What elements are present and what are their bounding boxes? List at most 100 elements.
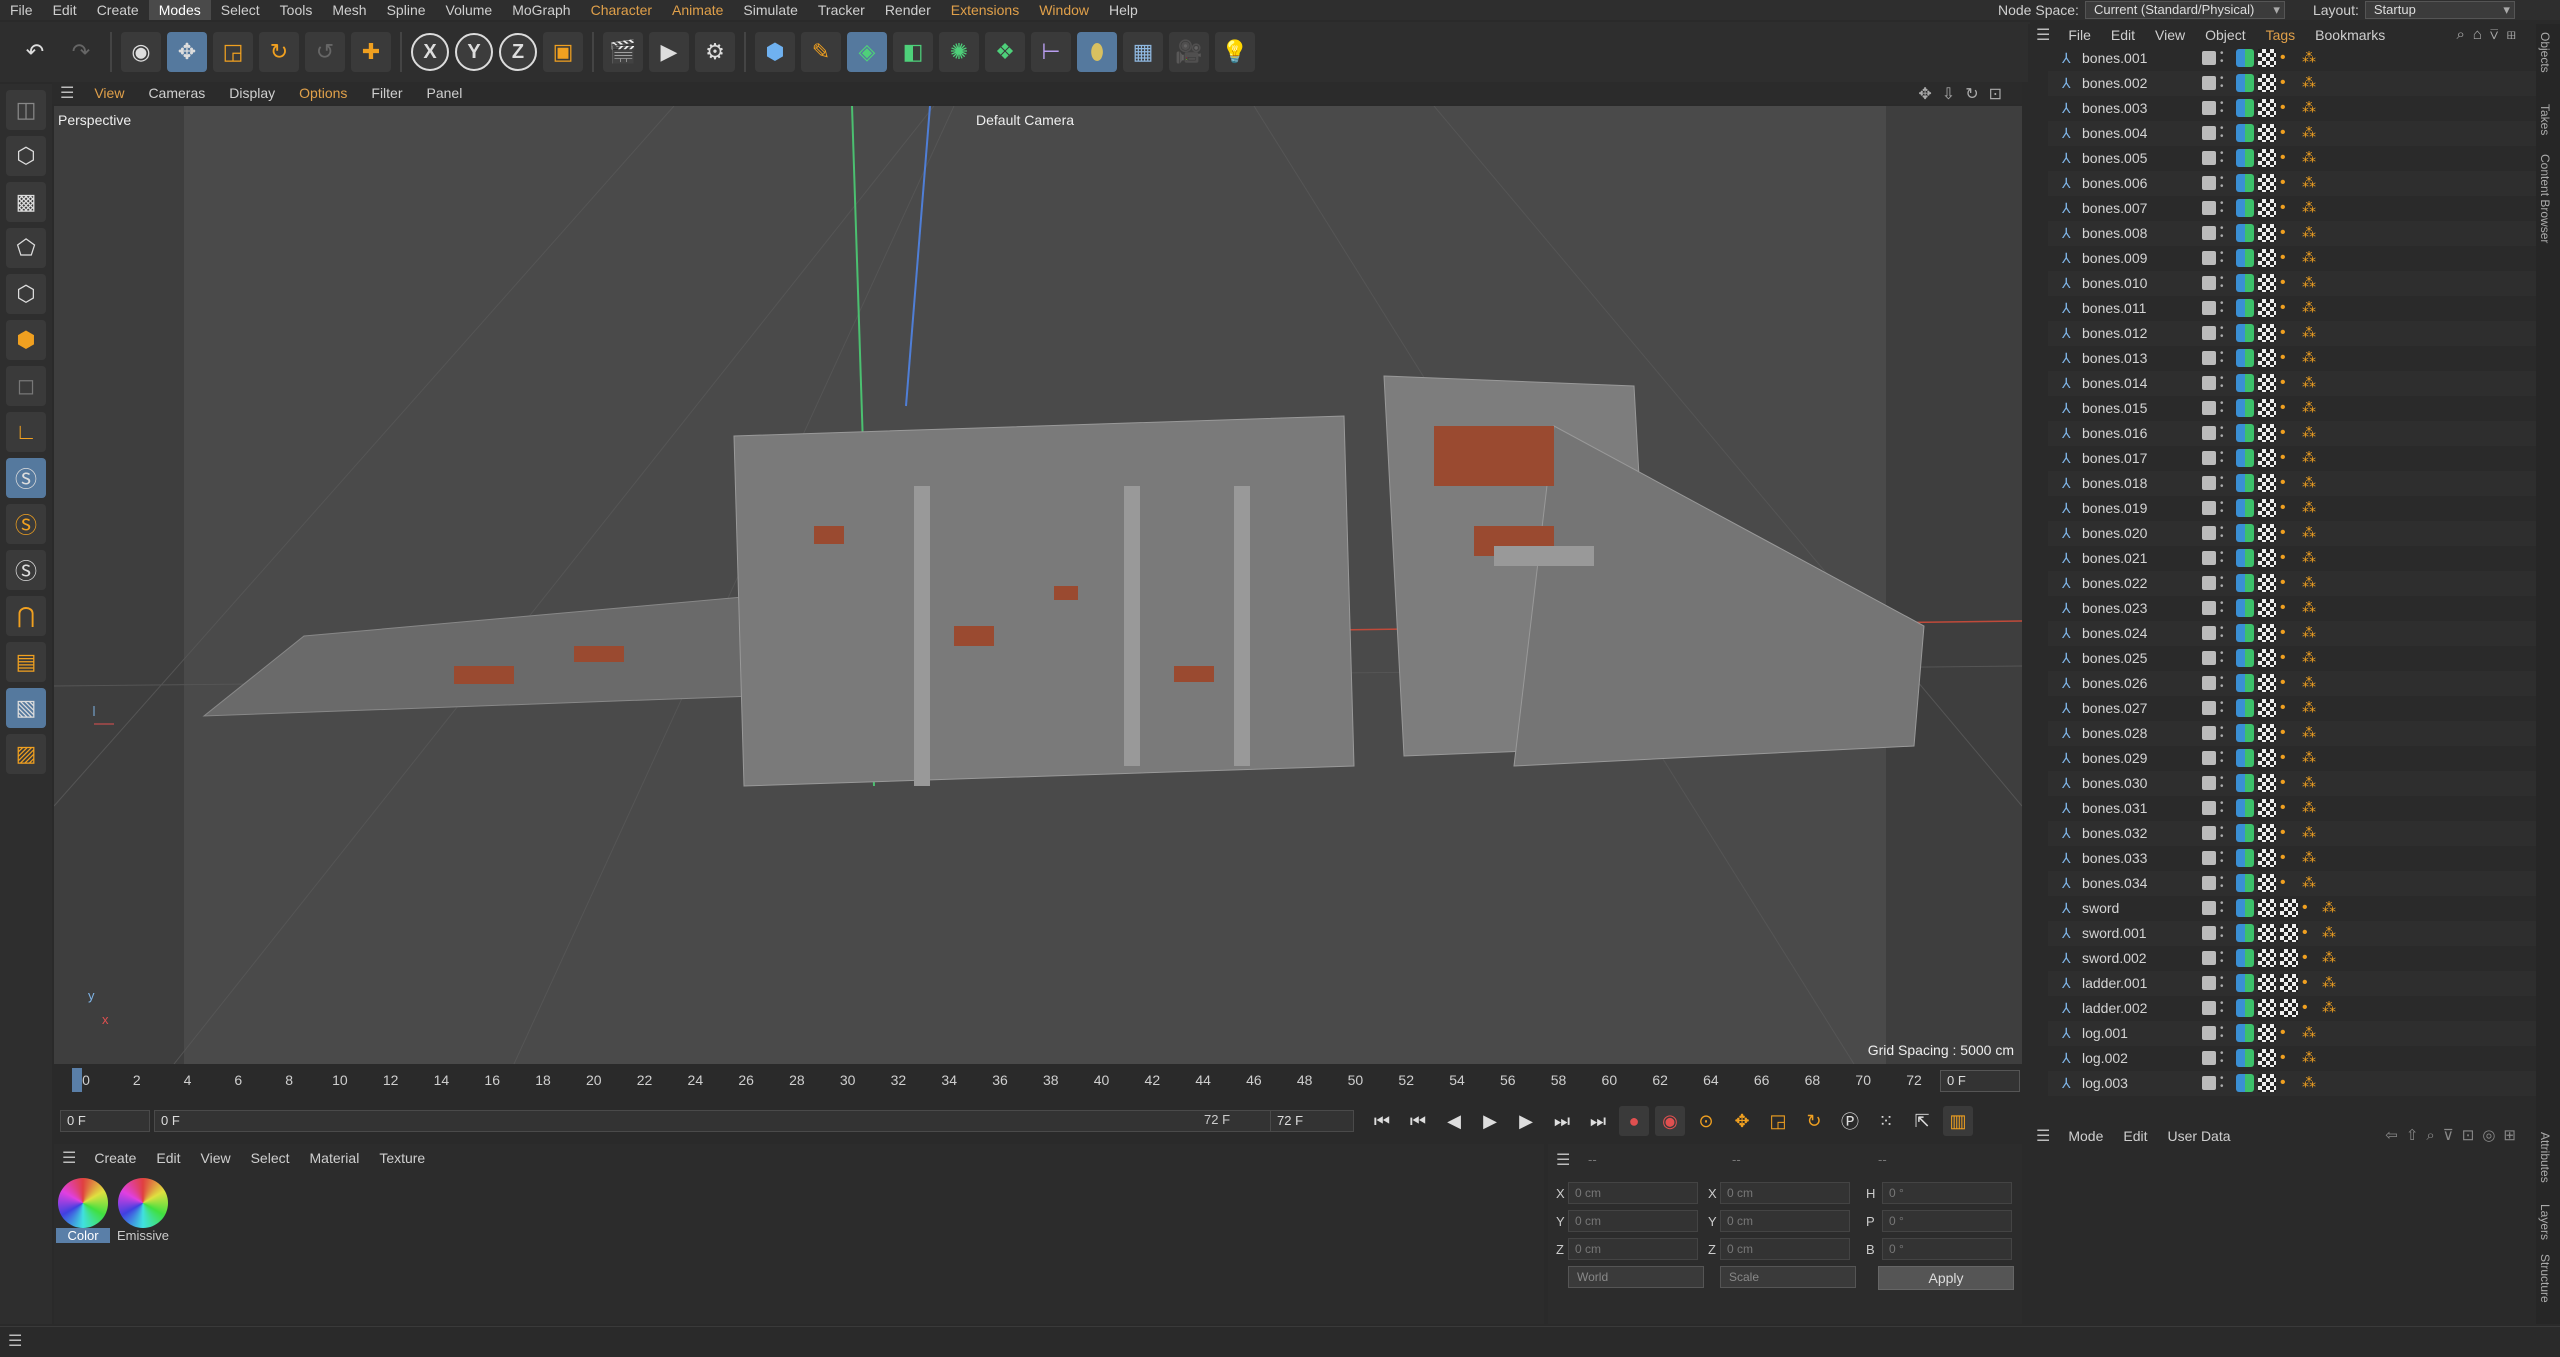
render-view-icon[interactable]: 🎬 bbox=[603, 32, 643, 72]
object-row[interactable]: ⅄ log.002 • • • ⁂ bbox=[2048, 1046, 2536, 1071]
texture-tag-icon[interactable] bbox=[2258, 49, 2276, 67]
object-row[interactable]: ⅄ bones.031 • • • ⁂ bbox=[2048, 796, 2536, 821]
tab-content-browser[interactable]: Content Browser bbox=[2538, 154, 2552, 243]
status-hamburger-icon[interactable]: ☰ bbox=[8, 1331, 22, 1351]
uvw-tag-icon[interactable]: ⁂ bbox=[2302, 524, 2322, 542]
object-row[interactable]: ⅄ bones.003 • • • ⁂ bbox=[2048, 96, 2536, 121]
key-rotation-icon[interactable]: ↻ bbox=[1799, 1106, 1829, 1136]
lock-icon[interactable]: ▧ bbox=[6, 688, 46, 728]
viewport-nav-icons[interactable]: ✥⇩↻⊡ bbox=[1918, 84, 2012, 104]
texture-tag-icon[interactable] bbox=[2258, 599, 2276, 617]
render-dots-icon[interactable]: • • bbox=[2220, 674, 2226, 692]
object-row[interactable]: ⅄ bones.006 • • • ⁂ bbox=[2048, 171, 2536, 196]
texture-tag-icon[interactable] bbox=[2258, 474, 2276, 492]
uvw-tag-icon[interactable]: ⁂ bbox=[2302, 874, 2322, 892]
visibility-check-icon[interactable] bbox=[2202, 151, 2216, 165]
phong-tag-icon[interactable]: • bbox=[2280, 149, 2298, 167]
phong-tag-icon[interactable]: • bbox=[2302, 999, 2320, 1017]
object-row[interactable]: ⅄ bones.016 • • • ⁂ bbox=[2048, 421, 2536, 446]
texture-tag-icon[interactable] bbox=[2258, 324, 2276, 342]
size-y-field[interactable]: 0 cm bbox=[1720, 1210, 1850, 1232]
material-tag-icon[interactable] bbox=[2236, 724, 2254, 742]
apply-button[interactable]: Apply bbox=[1878, 1266, 2014, 1290]
attribute-menu-edit[interactable]: Edit bbox=[2113, 1128, 2157, 1144]
phong-tag-icon[interactable]: • bbox=[2280, 874, 2298, 892]
material-tag-icon[interactable] bbox=[2236, 874, 2254, 892]
material-tag-icon[interactable] bbox=[2236, 499, 2254, 517]
texture-tag-icon[interactable] bbox=[2258, 649, 2276, 667]
go-to-start-icon[interactable]: ⏮ bbox=[1367, 1106, 1397, 1136]
texture-mode-icon[interactable]: ▩ bbox=[6, 182, 46, 222]
phong-tag-icon[interactable]: • bbox=[2280, 349, 2298, 367]
phong-tag-icon[interactable]: • bbox=[2280, 124, 2298, 142]
viewport-menu-filter[interactable]: Filter bbox=[359, 85, 414, 101]
material-tag-icon[interactable] bbox=[2236, 974, 2254, 992]
menu-spline[interactable]: Spline bbox=[377, 0, 436, 20]
render-dots-icon[interactable]: • • bbox=[2220, 824, 2226, 842]
material-tag-icon[interactable] bbox=[2236, 199, 2254, 217]
render-dots-icon[interactable]: • • bbox=[2220, 274, 2226, 292]
render-dots-icon[interactable]: • • bbox=[2220, 974, 2226, 992]
phong-tag-icon[interactable]: • bbox=[2280, 799, 2298, 817]
coordinate-space-select[interactable]: World bbox=[1568, 1266, 1704, 1288]
record-active-icon[interactable]: ● bbox=[1619, 1106, 1649, 1136]
render-dots-icon[interactable]: • • bbox=[2220, 74, 2226, 92]
phong-tag-icon[interactable]: • bbox=[2280, 274, 2298, 292]
tab-layers[interactable]: Layers bbox=[2538, 1204, 2552, 1240]
material-tag-icon[interactable] bbox=[2236, 474, 2254, 492]
visibility-check-icon[interactable] bbox=[2202, 426, 2216, 440]
phong-tag-icon[interactable]: • bbox=[2302, 899, 2320, 917]
texture-tag-icon[interactable] bbox=[2280, 924, 2298, 942]
timeline-frame-field[interactable]: 0 F bbox=[1940, 1070, 2020, 1092]
phong-tag-icon[interactable]: • bbox=[2280, 1024, 2298, 1042]
visibility-check-icon[interactable] bbox=[2202, 951, 2216, 965]
rotation-h-field[interactable]: 0 ° bbox=[1882, 1182, 2012, 1204]
array-icon[interactable]: ❖ bbox=[985, 32, 1025, 72]
object-row[interactable]: ⅄ bones.002 • • • ⁂ bbox=[2048, 71, 2536, 96]
uvw-tag-icon[interactable]: ⁂ bbox=[2302, 549, 2322, 567]
go-to-end-icon[interactable]: ⏭ bbox=[1583, 1106, 1613, 1136]
object-row[interactable]: ⅄ bones.023 • • • ⁂ bbox=[2048, 596, 2536, 621]
uvw-tag-icon[interactable]: ⁂ bbox=[2302, 49, 2322, 67]
phong-tag-icon[interactable]: • bbox=[2280, 249, 2298, 267]
material-tag-icon[interactable] bbox=[2236, 599, 2254, 617]
visibility-check-icon[interactable] bbox=[2202, 126, 2216, 140]
uvw-tag-icon[interactable]: ⁂ bbox=[2302, 124, 2322, 142]
playhead[interactable] bbox=[72, 1068, 82, 1092]
extrude-icon[interactable]: ◧ bbox=[893, 32, 933, 72]
model-mode-icon[interactable]: ⬡ bbox=[6, 136, 46, 176]
material-tag-icon[interactable] bbox=[2236, 274, 2254, 292]
uvw-tag-icon[interactable]: ⁂ bbox=[2302, 199, 2322, 217]
texture-tag-icon[interactable] bbox=[2258, 249, 2276, 267]
visibility-check-icon[interactable] bbox=[2202, 901, 2216, 915]
uvw-tag-icon[interactable]: ⁂ bbox=[2302, 474, 2322, 492]
phong-tag-icon[interactable]: • bbox=[2280, 774, 2298, 792]
phong-tag-icon[interactable]: • bbox=[2280, 1074, 2298, 1092]
visibility-check-icon[interactable] bbox=[2202, 451, 2216, 465]
texture-tag-icon[interactable] bbox=[2258, 974, 2276, 992]
uvw-tag-icon[interactable]: ⁂ bbox=[2302, 649, 2322, 667]
object-row[interactable]: ⅄ bones.021 • • • ⁂ bbox=[2048, 546, 2536, 571]
material-tag-icon[interactable] bbox=[2236, 774, 2254, 792]
material-tag-icon[interactable] bbox=[2236, 399, 2254, 417]
visibility-check-icon[interactable] bbox=[2202, 101, 2216, 115]
uvw-tag-icon[interactable]: ⁂ bbox=[2302, 774, 2322, 792]
texture-tag-icon[interactable] bbox=[2258, 99, 2276, 117]
material-tag-icon[interactable] bbox=[2236, 824, 2254, 842]
coords-hamburger-icon[interactable]: ☰ bbox=[1556, 1150, 1570, 1170]
render-dots-icon[interactable]: • • bbox=[2220, 424, 2226, 442]
uvw-tag-icon[interactable]: ⁂ bbox=[2302, 599, 2322, 617]
phong-tag-icon[interactable]: • bbox=[2280, 49, 2298, 67]
texture-tag-icon[interactable] bbox=[2258, 574, 2276, 592]
texture-tag-icon[interactable] bbox=[2258, 724, 2276, 742]
visibility-check-icon[interactable] bbox=[2202, 551, 2216, 565]
object-row[interactable]: ⅄ bones.011 • • • ⁂ bbox=[2048, 296, 2536, 321]
position-x-field[interactable]: 0 cm bbox=[1568, 1182, 1698, 1204]
material-tag-icon[interactable] bbox=[2236, 1024, 2254, 1042]
material-tag-icon[interactable] bbox=[2236, 574, 2254, 592]
viewport-menu-panel[interactable]: Panel bbox=[415, 85, 475, 101]
undo-icon[interactable]: ↶ bbox=[15, 32, 55, 72]
menu-mograph[interactable]: MoGraph bbox=[502, 0, 580, 20]
uvw-tag-icon[interactable]: ⁂ bbox=[2302, 399, 2322, 417]
uvw-tag-icon[interactable]: ⁂ bbox=[2322, 999, 2342, 1017]
